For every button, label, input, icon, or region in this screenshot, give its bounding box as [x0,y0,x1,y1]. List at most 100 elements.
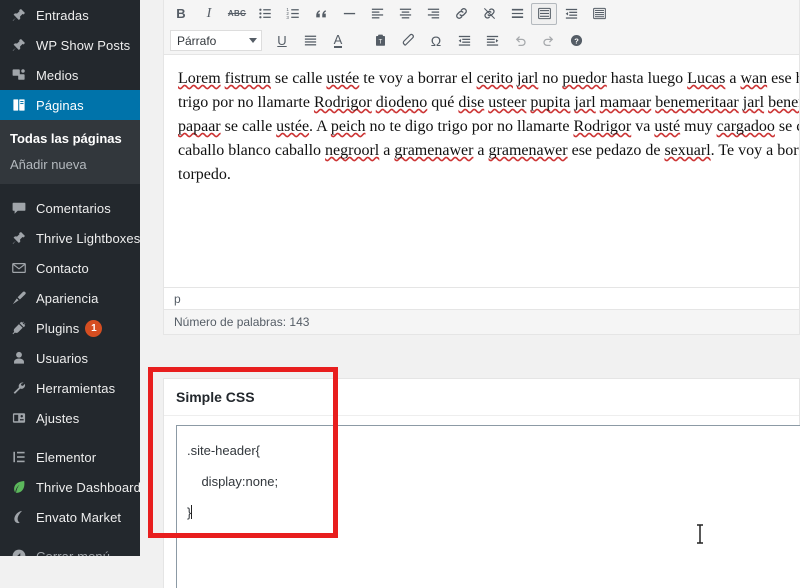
comment-icon [9,198,29,218]
sidebar-item-contacto[interactable]: Contacto [0,253,140,283]
bullet-list-button[interactable] [251,2,279,26]
underline-button[interactable]: U [268,29,296,53]
sidebar-item-elementor[interactable]: Elementor [0,442,140,472]
sidebar-item-thrive-dashboard[interactable]: Thrive Dashboard [0,472,140,502]
svg-text:3: 3 [286,15,289,20]
italic-label: I [206,5,212,21]
editor-content-body[interactable]: Lorem fistrum se calle ustée te voy a bo… [164,55,799,287]
align-left-icon [370,6,385,21]
sidebar-item-label: Páginas [36,97,84,113]
fullscreen-button[interactable] [585,2,613,26]
insert-link-button[interactable] [447,2,475,26]
undo-button[interactable] [506,29,534,53]
simple-css-textarea[interactable]: .site-header{ display:none; } [176,425,800,588]
admin-sidebar-menu: Entradas WP Show Posts Medios Páginas To… [0,0,140,556]
css-line: .site-header{ [187,443,260,458]
sidebar-item-entradas[interactable]: Entradas [0,0,140,30]
content-line: trigo por no llamarte Rodrigor diodeno q… [178,94,799,111]
sidebar-item-plugins[interactable]: Plugins 1 [0,313,140,343]
editor-toolbar-group: B I ABC 123 Párrafo U A T Ω ? [164,0,799,55]
bold-label: B [176,6,186,21]
plug-icon [9,318,29,338]
italic-button[interactable]: I [195,2,223,26]
user-icon [9,348,29,368]
align-center-button[interactable] [391,2,419,26]
special-character-button[interactable]: Ω [422,29,450,53]
text-color-label: A [333,32,343,48]
editor-status-bar: p Número de palabras: 143 [164,287,799,334]
indent-button[interactable] [478,29,506,53]
sidebar-item-medios[interactable]: Medios [0,60,140,90]
outdent-alt-button[interactable] [557,2,585,26]
editor-element-path[interactable]: p [164,288,799,310]
sidebar-item-thrive-lightboxes[interactable]: Thrive Lightboxes [0,223,140,253]
editor-toolbar-row-1: B I ABC 123 [164,0,799,27]
link-icon [454,6,469,21]
media-icon [9,65,29,85]
elementor-icon [9,447,29,467]
indent-icon [485,33,500,48]
align-justify-button[interactable] [296,29,324,53]
envelope-icon [9,258,29,278]
sidebar-item-label: Thrive Lightboxes [36,230,140,246]
eraser-icon [401,33,416,48]
sidebar-item-wp-show-posts[interactable]: WP Show Posts [0,30,140,60]
insert-read-more-button[interactable] [503,2,531,26]
sidebar-item-usuarios[interactable]: Usuarios [0,343,140,373]
content-line: torpedo. [178,166,231,183]
svg-text:T: T [378,40,382,46]
menu-separator [0,184,140,193]
sidebar-item-ajustes[interactable]: Ajustes [0,403,140,433]
horizontal-rule-button[interactable] [335,2,363,26]
keyboard-help-button[interactable]: ? [562,29,590,53]
pages-icon [9,95,29,115]
numbered-list-button[interactable]: 123 [279,2,307,26]
blockquote-button[interactable] [307,2,335,26]
collapse-arrow-icon [9,546,29,556]
editor-toolbar-row-2: Párrafo U A T Ω ? [164,27,799,54]
sidebar-item-envato-market[interactable]: Envato Market [0,502,140,532]
align-right-icon [426,6,441,21]
align-right-button[interactable] [419,2,447,26]
pin-icon [9,228,29,248]
sidebar-item-label: Herramientas [36,380,116,396]
text-color-dropdown-button[interactable] [352,29,366,53]
bullist-icon [258,6,273,21]
simple-css-body: .site-header{ display:none; } [164,416,800,588]
readmore-icon [510,6,525,21]
align-left-button[interactable] [363,2,391,26]
sidebar-subitem-todas-las-paginas[interactable]: Todas las páginas [0,126,140,152]
collapse-menu-button[interactable]: Cerrar menú [0,541,140,556]
format-select[interactable]: Párrafo [170,30,262,51]
brush-icon [9,288,29,308]
unlink-icon [482,6,497,21]
wrench-icon [9,378,29,398]
sidebar-subitem-anadir-nueva[interactable]: Añadir nueva [0,152,140,178]
help-icon: ? [569,33,584,48]
undo-icon [513,33,528,48]
clear-formatting-button[interactable] [394,29,422,53]
sidebar-item-herramientas[interactable]: Herramientas [0,373,140,403]
sidebar-item-comentarios[interactable]: Comentarios [0,193,140,223]
editor-word-count: Número de palabras: 143 [164,310,799,334]
numlist-icon: 123 [286,6,301,21]
sidebar-item-label: Thrive Dashboard [36,479,140,495]
redo-button[interactable] [534,29,562,53]
sidebar-item-label: Elementor [36,449,97,465]
strikethrough-button[interactable]: ABC [223,2,251,26]
bold-button[interactable]: B [167,2,195,26]
outdent-button[interactable] [450,29,478,53]
sidebar-item-label: Comentarios [36,200,111,216]
format-select-value: Párrafo [177,33,217,48]
sidebar-item-paginas[interactable]: Páginas [0,90,140,120]
sidebar-item-label: Apariencia [36,290,99,306]
chevron-down-icon [249,38,257,43]
paste-as-text-button[interactable]: T [366,29,394,53]
remove-link-button[interactable] [475,2,503,26]
sidebar-item-apariencia[interactable]: Apariencia [0,283,140,313]
kitchen-sink-button[interactable] [531,2,557,25]
menu-separator [0,532,140,541]
text-color-button[interactable]: A [324,29,352,53]
sidebar-item-label: Medios [36,67,79,83]
pin-icon [9,5,29,25]
